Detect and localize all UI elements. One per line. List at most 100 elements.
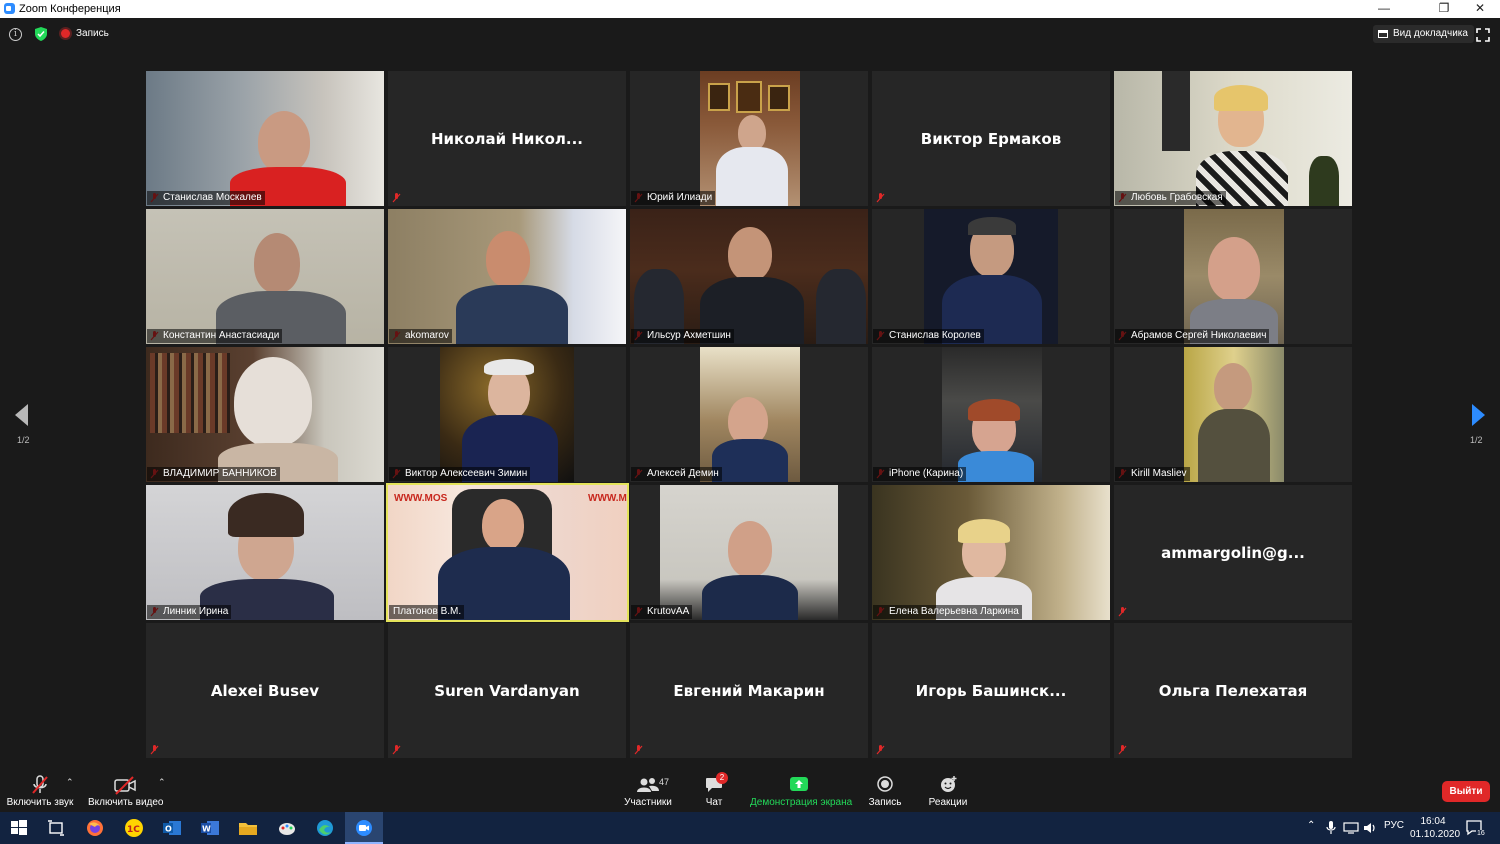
info-icon[interactable]: i [9, 28, 22, 41]
window-titlebar: Zoom Конференция — ❐ ✕ [0, 0, 1500, 18]
participant-tile[interactable]: Станислав Королев [872, 209, 1110, 344]
task-view-icon[interactable] [46, 818, 66, 838]
participant-tile[interactable]: Елена Валерьевна Ларкина [872, 485, 1110, 620]
windows-start-icon[interactable] [9, 818, 29, 838]
participant-tile[interactable]: Любовь Грабовская [1114, 71, 1352, 206]
share-screen-button[interactable]: Демонстрация экрана [750, 767, 853, 812]
tray-expand-icon[interactable]: ⌃ [1307, 820, 1315, 831]
notifications-count: 16 [1476, 830, 1486, 837]
participant-tile[interactable]: Виктор Ермаков [872, 71, 1110, 206]
participant-tile[interactable]: Игорь Башинск... [872, 623, 1110, 758]
tray-microphone-icon[interactable] [1326, 821, 1336, 835]
svg-text:1C: 1C [127, 825, 140, 835]
gallery-grid: Станислав Москалев Николай Никол... Юрий… [146, 71, 1354, 760]
page-indicator-left: 1/2 [17, 435, 30, 445]
video-feed: WWW.MOS WWW.M [388, 485, 627, 620]
video-feed [440, 347, 574, 482]
file-explorer-icon[interactable] [238, 818, 258, 838]
video-feed [660, 485, 838, 620]
leave-meeting-button[interactable]: Выйти [1442, 781, 1490, 802]
muted-mic-icon [150, 745, 159, 755]
word-icon[interactable]: W [200, 818, 220, 838]
clock-date: 01.10.2020 [1410, 829, 1461, 840]
speaker-view-button[interactable]: Вид докладчика [1373, 25, 1474, 43]
start-video-button[interactable]: Включить видео [88, 767, 164, 812]
fullscreen-icon[interactable] [1476, 28, 1490, 42]
participant-name-center: ammargolin@g... [1161, 543, 1305, 562]
system-clock[interactable]: 16:04 01.10.2020 [1410, 815, 1461, 841]
recording-label[interactable]: Запись [76, 28, 109, 39]
audio-options-caret-icon[interactable]: ⌃ [66, 777, 74, 788]
participant-tile[interactable]: Kirill Masliev [1114, 347, 1352, 482]
chat-button[interactable]: 2 Чат [700, 767, 728, 812]
paint-icon[interactable] [277, 818, 297, 838]
video-feed [924, 209, 1058, 344]
participant-tile[interactable]: Ильсур Ахметшин [630, 209, 868, 344]
participants-button[interactable]: 47 Участники [620, 767, 676, 812]
participant-name: Станислав Королев [873, 329, 984, 343]
participant-name-center: Ольга Пелехатая [1158, 681, 1308, 700]
participant-tile[interactable]: iPhone (Карина) [872, 347, 1110, 482]
reactions-button[interactable]: Реакции [926, 767, 970, 812]
participant-tile[interactable]: Станислав Москалев [146, 71, 384, 206]
participant-name: Константин Анастасиади [147, 329, 283, 343]
participant-tile[interactable]: Виктор Алексеевич Зимин [388, 347, 626, 482]
participant-name: KrutovAA [631, 605, 693, 619]
participant-tile[interactable]: Юрий Илиади [630, 71, 868, 206]
1c-app-icon[interactable]: 1C [124, 818, 144, 838]
network-icon[interactable] [1343, 822, 1359, 834]
video-feed [146, 485, 384, 620]
video-feed [146, 347, 384, 482]
minimize-button[interactable]: — [1366, 0, 1402, 18]
close-button[interactable]: ✕ [1462, 0, 1498, 18]
keyboard-language[interactable]: РУС [1384, 820, 1404, 831]
outlook-icon[interactable]: O [162, 818, 182, 838]
active-speaker-tile[interactable]: WWW.MOS WWW.M Платонов В.М. [386, 483, 629, 622]
edge-icon[interactable] [315, 818, 335, 838]
muted-mic-icon [1118, 745, 1127, 755]
window-title: Zoom Конференция [19, 3, 121, 15]
video-feed [1184, 347, 1284, 482]
participant-tile[interactable]: Alexei Busev [146, 623, 384, 758]
participant-tile[interactable]: ВЛАДИМИР БАННИКОВ [146, 347, 384, 482]
muted-mic-icon [392, 745, 401, 755]
participant-tile[interactable]: Ольга Пелехатая [1114, 623, 1352, 758]
participant-tile[interactable]: Линник Ирина [146, 485, 384, 620]
participant-name: Алексей Демин [631, 467, 722, 481]
participant-tile[interactable]: Николай Никол... [388, 71, 626, 206]
video-feed [388, 209, 626, 344]
participant-name-center: Alexei Busev [210, 681, 320, 700]
record-label: Запись [868, 797, 902, 808]
share-screen-label: Демонстрация экрана [750, 797, 853, 808]
participant-name: Платонов В.М. [389, 605, 465, 619]
participant-tile[interactable]: Константин Анастасиади [146, 209, 384, 344]
meeting-topbar: i Запись Вид докладчика [0, 18, 1500, 52]
meeting-toolbar: Включить звук ⌃ Включить видео ⌃ 47 Учас… [0, 767, 1500, 812]
participant-tile[interactable]: Евгений Макарин [630, 623, 868, 758]
participant-name: Ильсур Ахметшин [631, 329, 734, 343]
svg-text:O: O [165, 825, 172, 834]
chat-badge: 2 [716, 772, 728, 784]
participant-tile[interactable]: Алексей Демин [630, 347, 868, 482]
shield-icon[interactable] [35, 27, 47, 41]
participants-count: 47 [659, 777, 670, 787]
muted-mic-icon [876, 745, 885, 755]
recording-dot-icon [61, 29, 70, 38]
next-page-arrow-icon[interactable] [1472, 404, 1485, 426]
muted-mic-icon [634, 745, 643, 755]
restore-button[interactable]: ❐ [1426, 0, 1462, 18]
participant-name: Виктор Алексеевич Зимин [389, 467, 531, 481]
record-button[interactable]: Запись [866, 767, 904, 812]
zoom-taskbar-icon[interactable] [354, 818, 374, 838]
participant-tile[interactable]: akomarov [388, 209, 626, 344]
participant-tile[interactable]: KrutovAA [630, 485, 868, 620]
unmute-button[interactable]: Включить звук [4, 767, 76, 812]
video-feed [630, 209, 868, 344]
participant-tile[interactable]: ammargolin@g... [1114, 485, 1352, 620]
firefox-icon[interactable] [85, 818, 105, 838]
previous-page-arrow-icon[interactable] [15, 404, 28, 426]
participant-tile[interactable]: Suren Vardanyan [388, 623, 626, 758]
participant-tile[interactable]: Абрамов Сергей Николаевич [1114, 209, 1352, 344]
video-options-caret-icon[interactable]: ⌃ [158, 777, 166, 788]
volume-icon[interactable] [1363, 822, 1377, 834]
